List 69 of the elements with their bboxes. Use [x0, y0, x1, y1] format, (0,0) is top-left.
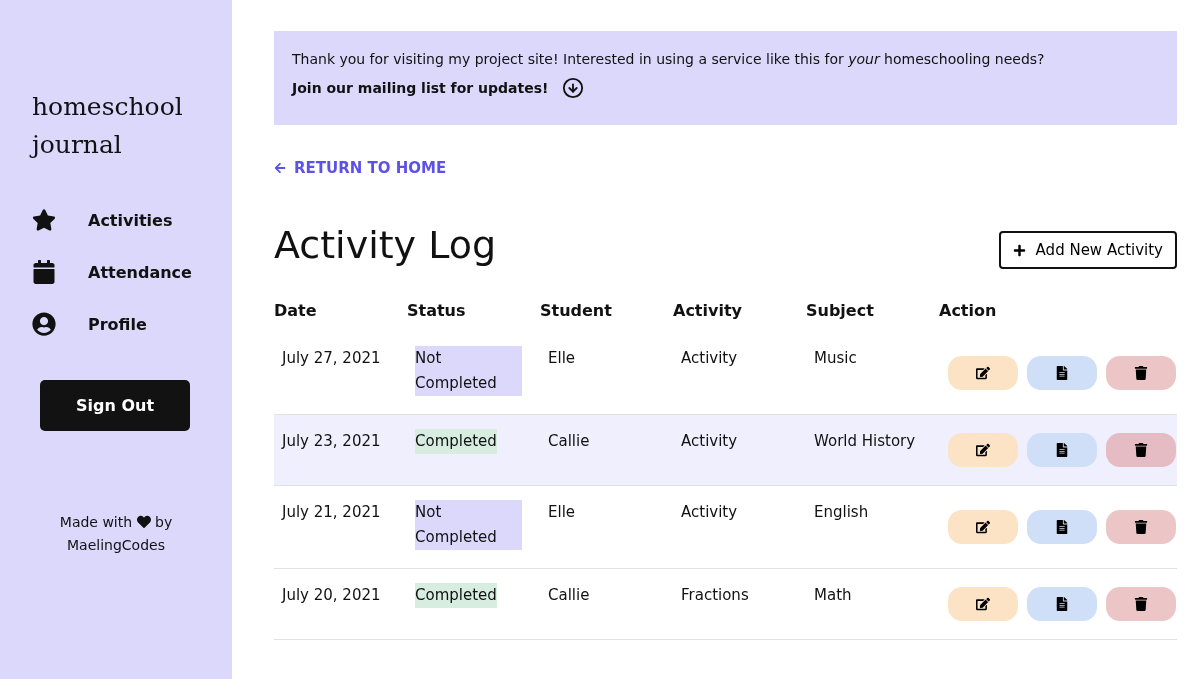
table-cell: Activity: [673, 414, 806, 486]
mailing-list-link[interactable]: Join our mailing list for updates!: [292, 77, 1159, 99]
page-title: Activity Log: [274, 223, 497, 267]
column-header: Date: [274, 301, 318, 322]
delete-button[interactable]: [1106, 433, 1176, 467]
table-cell: Elle: [540, 485, 673, 569]
edit-icon: [976, 597, 990, 611]
return-home-link[interactable]: RETURN TO HOME: [274, 159, 447, 177]
star-icon: [32, 208, 58, 232]
table-row[interactable]: July 20, 2021 Completed Callie Fractions Math: [274, 568, 1177, 640]
nav-link[interactable]: Profile: [32, 312, 232, 336]
trash-icon: [1134, 520, 1148, 534]
delete-button[interactable]: [1106, 587, 1176, 621]
status-tag: Not Completed: [415, 500, 522, 550]
edit-icon: [976, 366, 990, 380]
table-cell: July 27, 2021: [274, 332, 407, 415]
plus-icon: [1012, 243, 1026, 257]
table-cell: Math: [806, 568, 939, 640]
edit-icon: [976, 520, 990, 534]
edit-button[interactable]: [948, 587, 1018, 621]
table-cell: Activity: [673, 332, 806, 415]
status-tag: Completed: [415, 583, 497, 608]
document-icon: [1055, 443, 1069, 457]
column-header: Student: [540, 301, 673, 332]
table-cell: Activity: [673, 485, 806, 569]
document-icon: [1055, 366, 1069, 380]
table-cell: Fractions: [673, 568, 806, 640]
banner-message: Thank you for visiting my project site! Interested in using a service like this for your homeschooling needs?: [292, 51, 1046, 67]
table-cell: English: [806, 485, 939, 569]
table-cell: Callie: [540, 414, 673, 486]
edit-button[interactable]: [948, 356, 1018, 390]
table-cell: Callie: [540, 568, 673, 640]
arrow-left-icon: [274, 162, 286, 174]
view-button[interactable]: [1027, 433, 1097, 467]
nav-link[interactable]: Activities: [32, 208, 232, 232]
table-cell: Elle: [540, 332, 673, 415]
document-icon: [1055, 520, 1069, 534]
table-cell: Music: [806, 332, 939, 415]
table-cell: July 20, 2021: [274, 568, 407, 640]
edit-button[interactable]: [948, 433, 1018, 467]
add-activity-button[interactable]: Add New Activity: [998, 231, 1177, 269]
table-row[interactable]: July 21, 2021 Not Completed Elle Activity English: [274, 485, 1177, 569]
status-tag: Completed: [415, 429, 497, 454]
document-icon: [1055, 597, 1069, 611]
user-icon: [32, 312, 58, 336]
nav-link[interactable]: Attendance: [32, 260, 232, 284]
calendar-icon: [32, 260, 58, 284]
view-button[interactable]: [1027, 356, 1097, 390]
edit-button[interactable]: [948, 510, 1018, 544]
sign-out-button[interactable]: Sign Out: [40, 380, 190, 431]
column-header: Subject: [806, 301, 939, 332]
status-tag: Not Completed: [415, 346, 522, 396]
table-cell: July 23, 2021: [274, 414, 407, 486]
column-header: Activity: [673, 301, 743, 322]
column-header: Status: [407, 301, 467, 322]
trash-icon: [1134, 597, 1148, 611]
view-button[interactable]: [1027, 587, 1097, 621]
trash-icon: [1134, 443, 1148, 457]
delete-button[interactable]: [1106, 356, 1176, 390]
footer-credit: Made with by MaelingCodes: [58, 513, 174, 555]
arrow-down-icon: [562, 77, 585, 99]
table-cell: World History: [806, 414, 939, 486]
table-cell: July 21, 2021: [274, 485, 407, 569]
edit-icon: [976, 443, 990, 457]
column-header: Action: [939, 301, 998, 322]
view-button[interactable]: [1027, 510, 1097, 544]
delete-button[interactable]: [1106, 510, 1176, 544]
heart-icon: [136, 515, 151, 529]
trash-icon: [1134, 366, 1148, 380]
